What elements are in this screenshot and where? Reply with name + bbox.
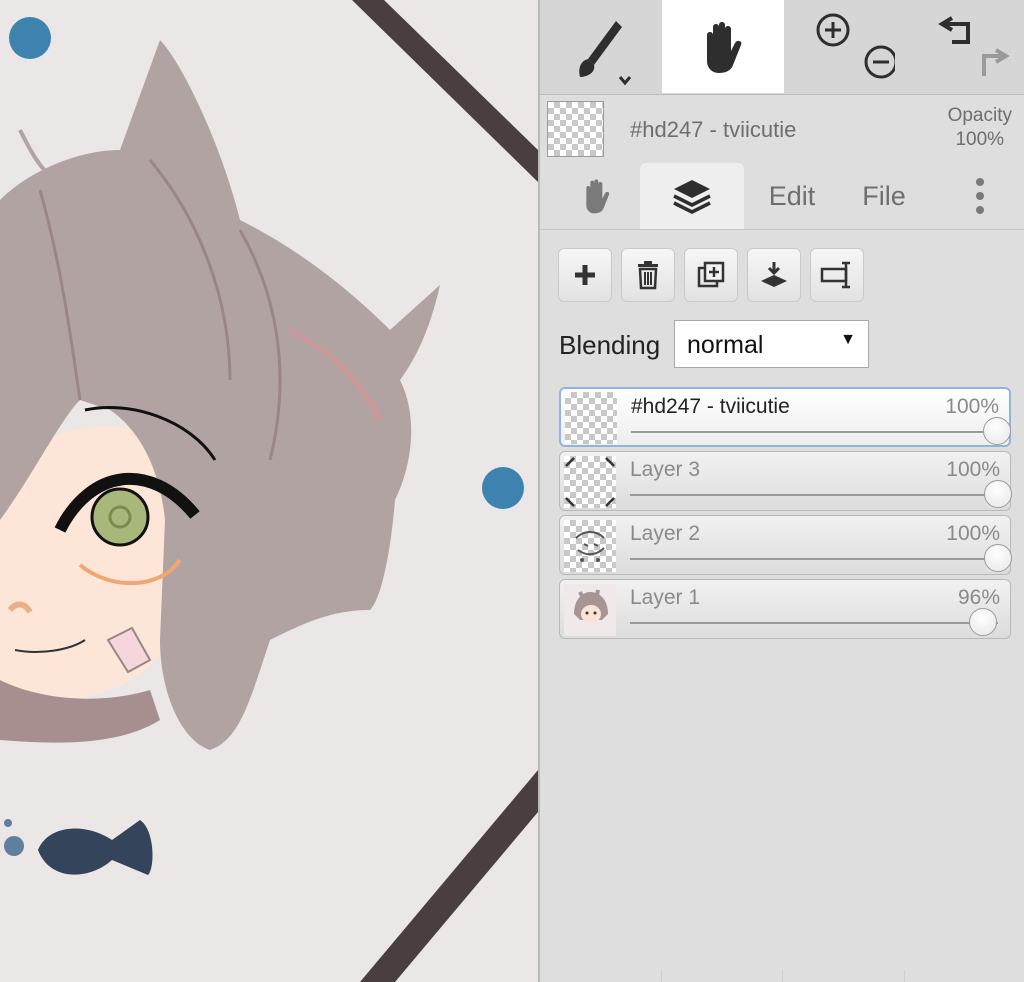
tab-hand[interactable]: [554, 163, 640, 229]
zoom-tool-button[interactable]: [784, 0, 906, 93]
panel-bottom-strip: [540, 970, 1024, 982]
blending-select[interactable]: normal ▼: [674, 320, 869, 368]
hand-icon: [707, 21, 742, 73]
brush-tool-button[interactable]: [540, 0, 662, 93]
blending-label: Blending: [559, 330, 661, 360]
more-vertical-icon: [976, 178, 984, 214]
more-menu-button[interactable]: [950, 163, 1010, 229]
layer-name: Layer 2: [630, 522, 701, 545]
layer-name: Layer 3: [630, 458, 701, 481]
rename-layer-icon: [820, 261, 850, 289]
undo-redo-icon: [938, 15, 1010, 76]
merge-down-icon: [761, 262, 787, 287]
opacity-value: 100%: [955, 129, 1005, 150]
drawing-canvas[interactable]: [0, 0, 538, 982]
current-layer-opacity[interactable]: Opacity 100%: [948, 104, 1012, 152]
top-toolbar: [540, 0, 1024, 95]
layer-row[interactable]: Layer 2 100%: [559, 515, 1012, 575]
layer-opacity-slider[interactable]: [631, 417, 1011, 445]
dropdown-arrow-icon: ▼: [840, 331, 856, 348]
paintbrush-icon: [579, 20, 632, 85]
opacity-label: Opacity: [947, 105, 1012, 126]
layer-row[interactable]: #hd247 - tviicutie 100%: [559, 387, 1011, 447]
frame-corners-preview: [565, 457, 615, 507]
layer-thumbnail: [564, 520, 616, 572]
hand-icon: [586, 179, 610, 214]
character-preview: [574, 589, 608, 623]
layer-opacity: 100%: [945, 395, 999, 418]
layer-opacity: 96%: [957, 586, 1000, 609]
tab-layers[interactable]: [640, 163, 744, 229]
blending-value: normal: [687, 331, 764, 359]
layer-opacity-slider[interactable]: [630, 544, 1012, 572]
layer-row[interactable]: Layer 1 96%: [559, 579, 1011, 639]
undo-redo-button[interactable]: [906, 0, 1024, 93]
zoom-in-out-icon: [816, 13, 895, 78]
layer-opacity-handle[interactable]: [983, 417, 1011, 445]
panel-tabs: Edit File: [540, 163, 1024, 230]
side-panel: #hd247 - tviicutie Opacity 100% Edit Fil…: [538, 0, 1024, 982]
add-layer-button[interactable]: [558, 248, 612, 302]
rename-layer-button[interactable]: [810, 248, 864, 302]
layer-name: #hd247 - tviicutie: [631, 395, 790, 418]
current-layer-thumbnail: [547, 101, 604, 157]
layer-thumbnail: [564, 584, 616, 636]
layer-opacity-handle[interactable]: [984, 480, 1012, 508]
tab-file[interactable]: File: [838, 163, 930, 229]
layer-thumbnail: [565, 392, 617, 444]
duplicate-layer-button[interactable]: [684, 248, 738, 302]
layer-opacity-slider[interactable]: [630, 480, 1012, 508]
merge-down-button[interactable]: [747, 248, 801, 302]
artwork: [0, 0, 538, 982]
duplicate-layer-icon: [697, 261, 725, 288]
current-layer-name: #hd247 - tviicutie: [630, 117, 797, 142]
layer-opacity-handle[interactable]: [984, 544, 1012, 572]
layer-opacity: 100%: [946, 522, 1000, 545]
current-layer-info: #hd247 - tviicutie Opacity 100%: [540, 95, 1024, 163]
add-layer-icon: [575, 265, 595, 285]
layer-thumbnail: [564, 456, 616, 508]
layer-opacity-slider[interactable]: [630, 608, 998, 636]
layer-opacity: 100%: [946, 458, 1000, 481]
layer-name: Layer 1: [630, 586, 701, 609]
sketch-preview: [575, 531, 605, 562]
layer-opacity-handle[interactable]: [969, 608, 998, 636]
layers-icon: [673, 180, 711, 214]
tab-edit[interactable]: Edit: [746, 163, 838, 229]
layer-row[interactable]: Layer 3 100%: [559, 451, 1012, 511]
hand-tool-button[interactable]: [662, 0, 784, 93]
delete-layer-button[interactable]: [621, 248, 675, 302]
delete-layer-icon: [638, 261, 658, 290]
